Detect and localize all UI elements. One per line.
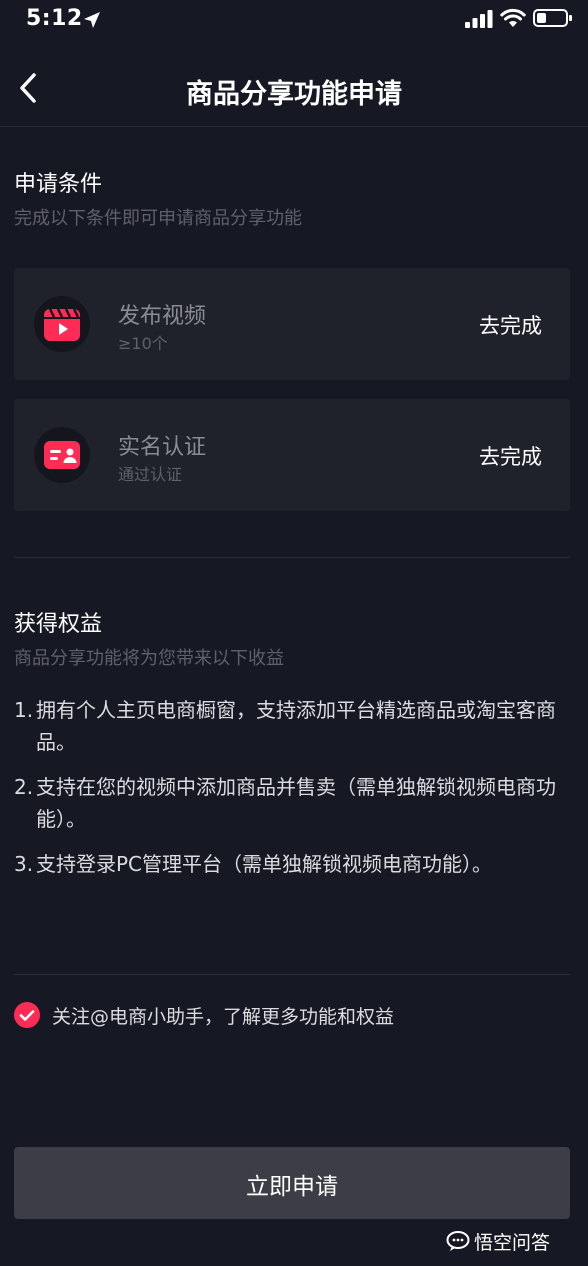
checkmark-icon [19,1010,35,1021]
location-arrow-icon [84,12,100,28]
id-card-icon [44,441,80,469]
nav-bar: 商品分享功能申请 [0,52,588,127]
cellular-signal-icon [465,10,493,28]
video-icon-badge [34,296,90,352]
condition-title: 实名认证 [118,435,207,460]
battery-icon [533,9,572,27]
page-title: 商品分享功能申请 [186,79,402,110]
id-card-icon-badge [34,427,90,483]
benefit-text: 支持登录PC管理平台（需单独解锁视频电商功能）。 [36,852,493,876]
conditions-subtitle: 完成以下条件即可申请商品分享功能 [14,208,302,229]
complete-video-button[interactable]: 去完成 [479,310,542,340]
benefit-text: 拥有个人主页电商橱窗，支持添加平台精选商品或淘宝客商品。 [36,698,556,754]
status-time: 5:12 [26,6,83,31]
benefit-item: 3. 支持登录PC管理平台（需单独解锁视频电商功能）。 [14,848,514,880]
speech-bubble-logo-icon [446,1231,470,1251]
condition-title: 发布视频 [118,304,207,329]
follow-label: 关注@电商小助手，了解更多功能和权益 [52,1006,395,1028]
benefits-subtitle: 商品分享功能将为您带来以下收益 [14,648,284,669]
condition-subtitle: ≥10个 [118,334,168,353]
condition-card-verify: 实名认证 通过认证 去完成 [14,399,570,511]
apply-button-label: 立即申请 [246,1174,338,1200]
apply-button[interactable]: 立即申请 [14,1147,570,1219]
benefit-item: 1. 拥有个人主页电商橱窗，支持添加平台精选商品或淘宝客商品。 [14,694,574,758]
benefits-title: 获得权益 [14,612,103,637]
benefit-number: 1. [14,698,34,722]
section-divider [14,557,570,558]
complete-verify-button[interactable]: 去完成 [479,441,542,471]
benefit-number: 2. [14,775,34,799]
follow-assistant-row[interactable]: 关注@电商小助手，了解更多功能和权益 [14,998,570,1032]
video-icon [44,308,80,341]
condition-subtitle: 通过认证 [118,465,183,484]
section-divider [14,974,570,975]
benefit-text: 支持在您的视频中添加商品并售卖（需单独解锁视频电商功能）。 [36,775,556,831]
watermark: 悟空问答 [446,1228,578,1254]
wifi-icon [500,8,526,27]
conditions-title: 申请条件 [14,172,103,197]
status-bar: 5:12 [0,0,588,44]
follow-checkbox[interactable] [14,1002,40,1028]
benefit-item: 2. 支持在您的视频中添加商品并售卖（需单独解锁视频电商功能）。 [14,771,574,835]
benefit-number: 3. [14,852,34,876]
watermark-text: 悟空问答 [474,1232,551,1254]
condition-card-video: 发布视频 ≥10个 去完成 [14,268,570,380]
